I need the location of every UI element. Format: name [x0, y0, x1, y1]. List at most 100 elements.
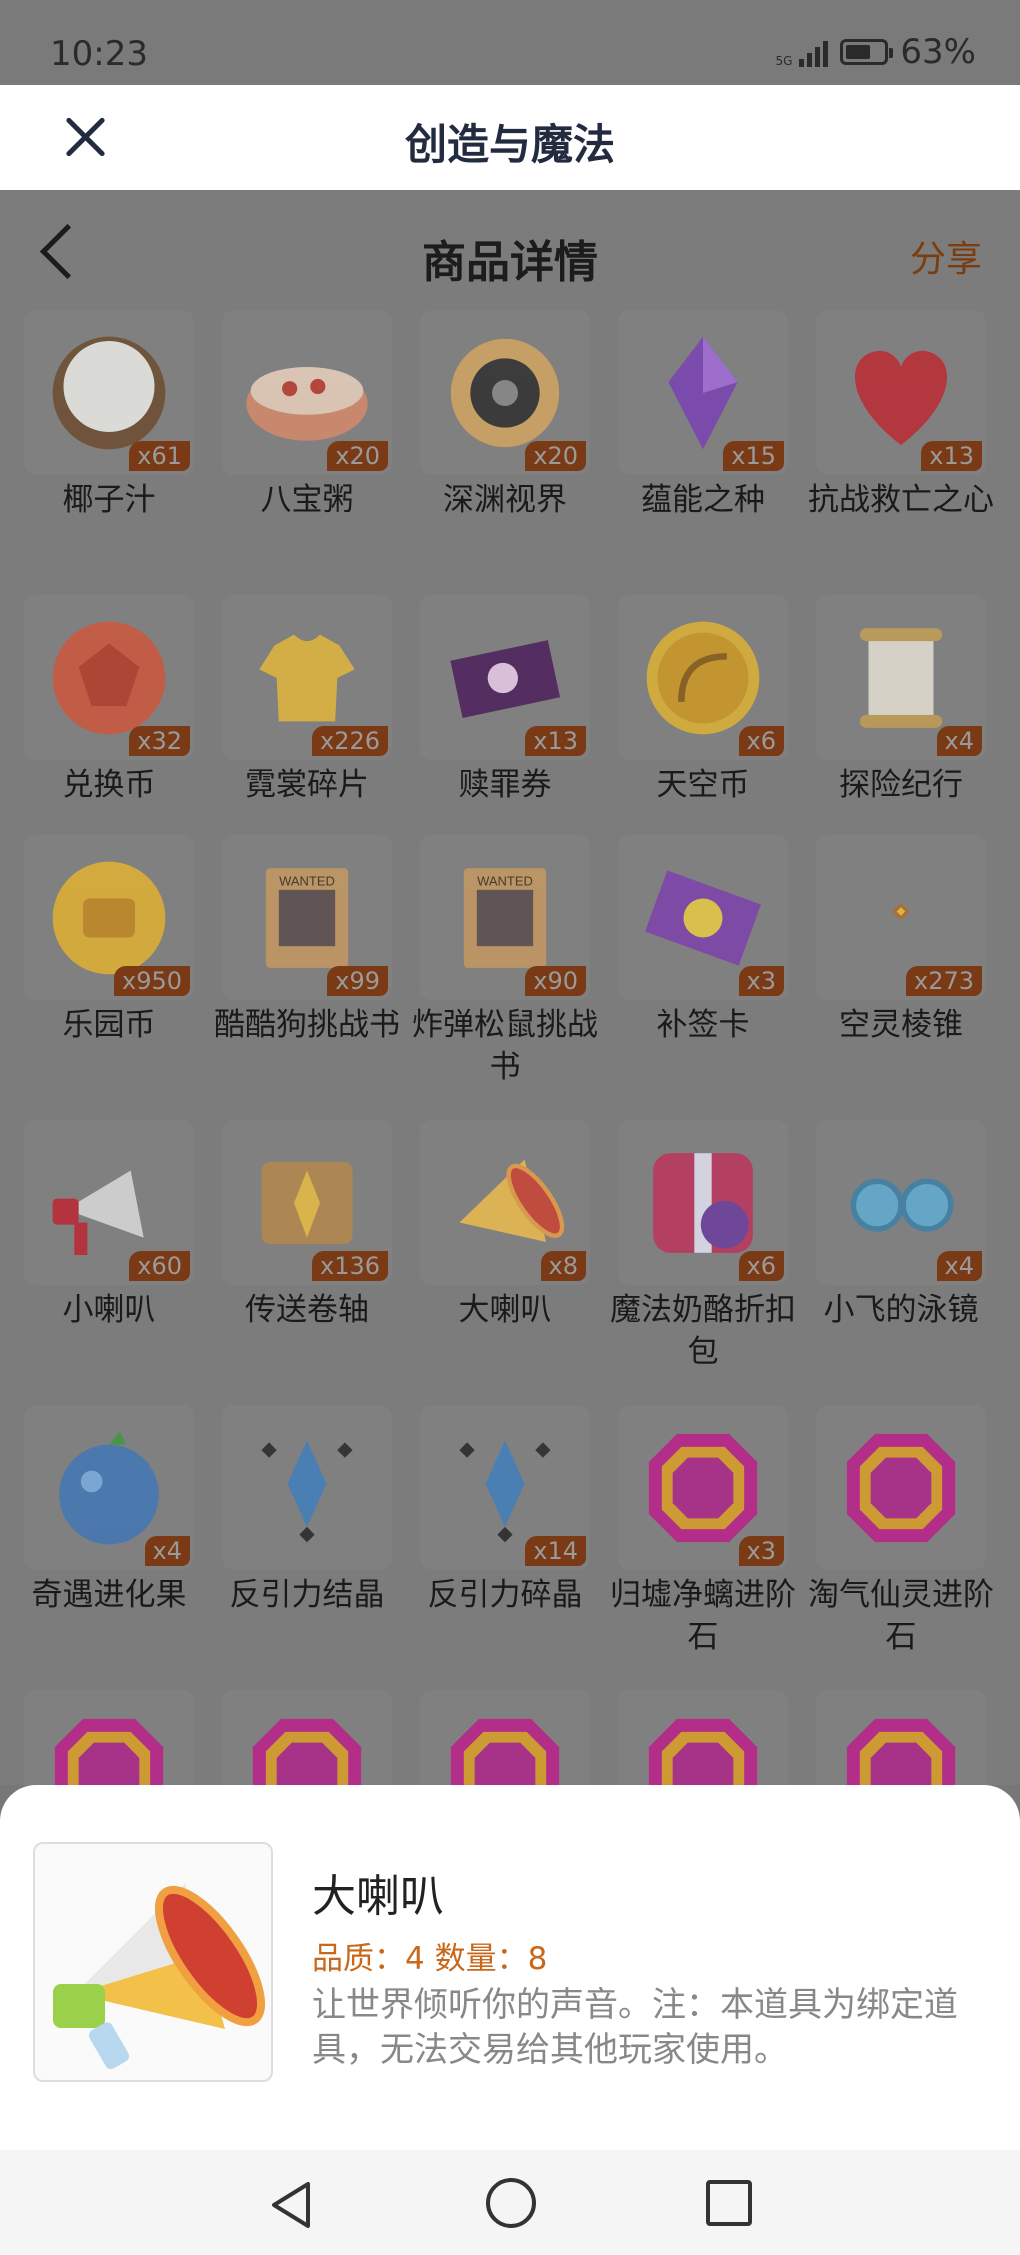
item-name: 奇遇进化果 — [31, 1577, 187, 1613]
item-cell[interactable]: x136 传送卷轴 — [212, 1120, 402, 1331]
coconut-icon — [52, 336, 166, 449]
item-name: 归墟净螭进阶石 — [610, 1577, 796, 1655]
item-tile[interactable] — [618, 1690, 788, 1785]
item-cell[interactable]: x3 归墟净螭进阶石 — [608, 1405, 798, 1658]
item-count-badge: x3 — [738, 1536, 784, 1566]
item-cell[interactable]: x950 乐园币 — [14, 835, 204, 1046]
item-list-page[interactable]: 商品详情 分享 x61 椰子汁 x20 八宝粥 x20 深渊视界 x15 蕴能之种 x13 抗战救… — [0, 190, 1020, 1785]
svg-text:WANTED: WANTED — [477, 873, 533, 888]
purple-crystal-icon — [668, 336, 738, 449]
item-cell[interactable]: 淘气仙灵进阶石 — [806, 1405, 996, 1658]
gem-stone-icon — [648, 1718, 758, 1785]
item-tile[interactable]: x20 — [222, 310, 392, 475]
item-cell[interactable]: x226 霓裳碎片 — [212, 595, 402, 806]
item-tile[interactable]: x6 — [618, 595, 788, 760]
item-cell[interactable]: x6 天空币 — [608, 595, 798, 806]
antigravity-shard-icon — [459, 1439, 551, 1542]
big-horn-icon — [459, 1159, 565, 1242]
item-name: 八宝粥 — [260, 482, 354, 518]
item-cell[interactable]: x20 八宝粥 — [212, 310, 402, 521]
item-tile[interactable]: x4 — [816, 1120, 986, 1285]
item-tile[interactable] — [816, 1690, 986, 1785]
scroll-icon — [859, 627, 943, 728]
item-tile[interactable]: x32 — [24, 595, 194, 760]
item-name: 空灵棱锥 — [839, 1007, 963, 1043]
item-cell[interactable] — [410, 1690, 600, 1785]
sign-card-icon — [645, 869, 761, 966]
item-tile[interactable]: x4 — [24, 1405, 194, 1570]
signal-icon: 5G — [775, 37, 829, 68]
item-tile[interactable]: WANTED x90 — [420, 835, 590, 1000]
detail-item-description: 让世界倾听你的声音。注：本道具为绑定道具，无法交易给其他玩家使用。 — [312, 1985, 958, 2070]
nav-recent-icon[interactable] — [706, 2180, 752, 2226]
item-cell[interactable]: x20 深渊视界 — [410, 310, 600, 521]
item-cell[interactable]: x4 奇遇进化果 — [14, 1405, 204, 1616]
item-tile[interactable]: x3 — [618, 1405, 788, 1570]
network-type: 5G — [775, 54, 793, 68]
item-name: 赎罪券 — [458, 767, 552, 803]
item-tile[interactable] — [222, 1690, 392, 1785]
item-tile[interactable]: x14 — [420, 1405, 590, 1570]
item-cell[interactable]: x6 魔法奶酪折扣包 — [608, 1120, 798, 1373]
item-count-badge: x14 — [525, 1536, 586, 1566]
item-tile[interactable] — [816, 1405, 986, 1570]
item-tile[interactable]: x4 — [816, 595, 986, 760]
item-tile[interactable]: x8 — [420, 1120, 590, 1285]
nav-back-icon[interactable] — [268, 2180, 314, 2230]
item-cell[interactable]: 反引力结晶 — [212, 1405, 402, 1616]
teleport-scroll-icon — [261, 1161, 353, 1244]
item-cell[interactable]: x60 小喇叭 — [14, 1120, 204, 1331]
item-count-badge: x3 — [738, 966, 784, 996]
bow-coin-icon — [646, 621, 760, 734]
gem-stone-icon — [252, 1718, 362, 1785]
item-cell[interactable] — [608, 1690, 798, 1785]
nav-home-icon[interactable] — [486, 2178, 536, 2228]
item-name: 反引力碎晶 — [427, 1577, 583, 1613]
item-cell[interactable]: x4 探险纪行 — [806, 595, 996, 806]
item-tile[interactable] — [420, 1690, 590, 1785]
item-tile[interactable]: x13 — [420, 595, 590, 760]
item-tile[interactable]: x20 — [420, 310, 590, 475]
red-heart-icon — [854, 350, 948, 445]
item-tile[interactable]: WANTED x99 — [222, 835, 392, 1000]
item-cell[interactable]: x13 赎罪券 — [410, 595, 600, 806]
item-cell[interactable]: x8 大喇叭 — [410, 1120, 600, 1331]
item-tile[interactable] — [222, 1405, 392, 1570]
item-tile[interactable]: x950 — [24, 835, 194, 1000]
item-cell[interactable]: x61 椰子汁 — [14, 310, 204, 521]
item-name: 淘气仙灵进阶石 — [808, 1577, 994, 1655]
share-button[interactable]: 分享 — [910, 230, 982, 282]
item-count-badge: x13 — [921, 441, 982, 471]
item-count-badge: x4 — [144, 1536, 190, 1566]
item-tile[interactable]: x3 — [618, 835, 788, 1000]
item-tile[interactable] — [24, 1690, 194, 1785]
item-tile[interactable]: x61 — [24, 310, 194, 475]
purple-ticket-icon — [450, 639, 561, 718]
item-tile[interactable]: x273 — [816, 835, 986, 1000]
item-tile[interactable]: x13 — [816, 310, 986, 475]
item-cell[interactable]: x14 反引力碎晶 — [410, 1405, 600, 1616]
item-cell[interactable]: x32 兑换币 — [14, 595, 204, 806]
blue-fruit-icon — [59, 1431, 159, 1544]
wanted-poster-icon: WANTED — [463, 867, 547, 968]
item-tile[interactable]: x136 — [222, 1120, 392, 1285]
detail-item-image — [33, 1842, 273, 2082]
item-cell[interactable]: x13 抗战救亡之心 — [806, 310, 996, 521]
item-tile[interactable]: x60 — [24, 1120, 194, 1285]
item-cell[interactable] — [14, 1690, 204, 1785]
item-cell[interactable]: x273 空灵棱锥 — [806, 835, 996, 1046]
item-cell[interactable] — [212, 1690, 402, 1785]
item-cell[interactable]: WANTED x90 炸弹松鼠挑战书 — [410, 835, 600, 1088]
status-time: 10:23 — [50, 34, 148, 74]
detail-item-meta: 品质：4 数量：8 — [312, 1941, 548, 1977]
item-cell[interactable]: WANTED x99 酷酷狗挑战书 — [212, 835, 402, 1046]
item-count-badge: x6 — [738, 726, 784, 756]
item-tile[interactable]: x226 — [222, 595, 392, 760]
item-cell[interactable]: x15 蕴能之种 — [608, 310, 798, 521]
item-tile[interactable]: x6 — [618, 1120, 788, 1285]
item-tile[interactable]: x15 — [618, 310, 788, 475]
item-cell[interactable]: x3 补签卡 — [608, 835, 798, 1046]
item-cell[interactable]: x4 小飞的泳镜 — [806, 1120, 996, 1331]
item-name: 椰子汁 — [62, 482, 156, 518]
item-cell[interactable] — [806, 1690, 996, 1785]
